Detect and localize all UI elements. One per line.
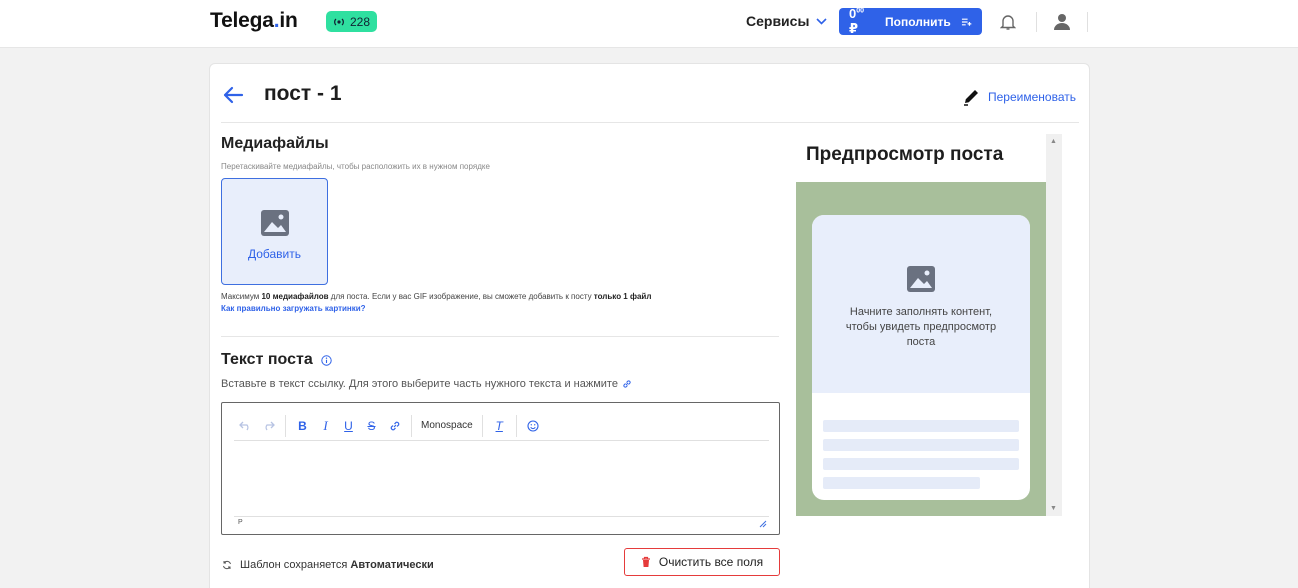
badge-count: 228 bbox=[350, 14, 371, 29]
resize-handle-icon[interactable] bbox=[759, 520, 767, 528]
editor-statusbar: P bbox=[234, 516, 769, 528]
skeleton-line bbox=[823, 439, 1019, 451]
clear-all-label: Очистить все поля bbox=[658, 555, 764, 569]
services-menu[interactable]: Сервисы bbox=[746, 13, 827, 29]
preview-placeholder-text: Начните заполнять контент, чтобы увидеть… bbox=[845, 306, 997, 348]
toolbar-divider bbox=[481, 414, 483, 437]
broadcast-icon bbox=[334, 18, 344, 25]
toolbar-divider bbox=[515, 414, 517, 437]
rename-button[interactable]: Переименовать bbox=[962, 87, 1076, 106]
header-divider bbox=[1087, 12, 1088, 32]
image-icon bbox=[907, 266, 935, 292]
toolbar-divider bbox=[285, 414, 286, 437]
skeleton-line bbox=[823, 477, 980, 489]
media-heading: Медиафайлы bbox=[221, 135, 329, 152]
link-button[interactable] bbox=[383, 415, 406, 437]
post-text-editor[interactable]: B I U S Monospace T P bbox=[221, 402, 780, 535]
trash-icon bbox=[641, 556, 650, 567]
logo[interactable]: Telega.in bbox=[210, 9, 298, 33]
strikethrough-button[interactable]: S bbox=[360, 415, 383, 437]
preview-image-placeholder: Начните заполнять контент, чтобы увидеть… bbox=[812, 215, 1030, 393]
info-icon[interactable] bbox=[321, 354, 332, 366]
topup-label: Пополнить bbox=[884, 14, 951, 29]
page-title: пост - 1 bbox=[264, 82, 342, 105]
preview-scrollbar[interactable]: ▲ ▼ bbox=[1046, 134, 1062, 516]
add-media-label: Добавить bbox=[247, 247, 302, 261]
undo-icon[interactable] bbox=[234, 415, 257, 437]
underline-button[interactable]: U bbox=[337, 415, 360, 437]
post-text-heading: Текст поста bbox=[221, 351, 332, 369]
autosave-status: Шаблон сохраняется Автоматически bbox=[222, 559, 434, 571]
preview-heading: Предпросмотр поста bbox=[796, 134, 1046, 182]
link-icon bbox=[390, 421, 399, 430]
subscribers-badge[interactable]: 228 bbox=[326, 11, 378, 32]
pencil-icon bbox=[964, 90, 978, 106]
clear-format-button[interactable]: T bbox=[488, 415, 511, 437]
monospace-button[interactable]: Monospace bbox=[417, 420, 477, 431]
skeleton-line bbox=[823, 420, 1019, 432]
media-limit-text: Максимум 10 медиафайлов для поста. Если … bbox=[221, 292, 652, 301]
editor-toolbar: B I U S Monospace T bbox=[234, 411, 769, 441]
bell-icon[interactable] bbox=[1000, 13, 1016, 31]
add-media-button[interactable]: Добавить bbox=[221, 178, 328, 285]
top-navbar bbox=[0, 0, 1298, 48]
header-divider bbox=[1036, 12, 1037, 32]
post-text-hint: Вставьте в текст ссылку. Для этого выбер… bbox=[221, 378, 632, 390]
scroll-up-icon[interactable]: ▲ bbox=[1050, 138, 1057, 145]
toolbar-divider bbox=[411, 414, 412, 437]
skeleton-line bbox=[823, 458, 1019, 470]
topup-button[interactable]: 000 ₽ Пополнить bbox=[839, 6, 982, 36]
media-help-link[interactable]: Как правильно загружать картинки? bbox=[221, 304, 366, 313]
services-label: Сервисы bbox=[746, 13, 810, 29]
link-icon bbox=[623, 380, 631, 388]
media-hint: Перетаскивайте медиафайлы, чтобы располо… bbox=[221, 162, 490, 171]
divider bbox=[221, 122, 1079, 123]
rename-label: Переименовать bbox=[988, 89, 1076, 104]
balance-value: 000 ₽ bbox=[849, 6, 865, 36]
user-icon[interactable] bbox=[1053, 13, 1071, 30]
divider bbox=[221, 336, 779, 337]
italic-button[interactable]: I bbox=[314, 415, 337, 437]
emoji-button[interactable] bbox=[522, 415, 545, 437]
clear-all-button[interactable]: Очистить все поля bbox=[624, 548, 780, 576]
wallet-add-icon bbox=[961, 18, 972, 26]
smile-icon bbox=[527, 419, 539, 432]
scroll-down-icon[interactable]: ▼ bbox=[1050, 505, 1057, 512]
preview-message-bubble: Начните заполнять контент, чтобы увидеть… bbox=[812, 215, 1030, 500]
chevron-down-icon bbox=[816, 17, 827, 25]
image-icon bbox=[261, 210, 289, 236]
redo-icon[interactable] bbox=[257, 415, 280, 437]
back-arrow-icon[interactable] bbox=[222, 85, 244, 105]
bold-button[interactable]: B bbox=[291, 415, 314, 437]
post-preview: Предпросмотр поста Начните заполнять кон… bbox=[796, 134, 1046, 516]
sync-icon bbox=[223, 560, 231, 570]
